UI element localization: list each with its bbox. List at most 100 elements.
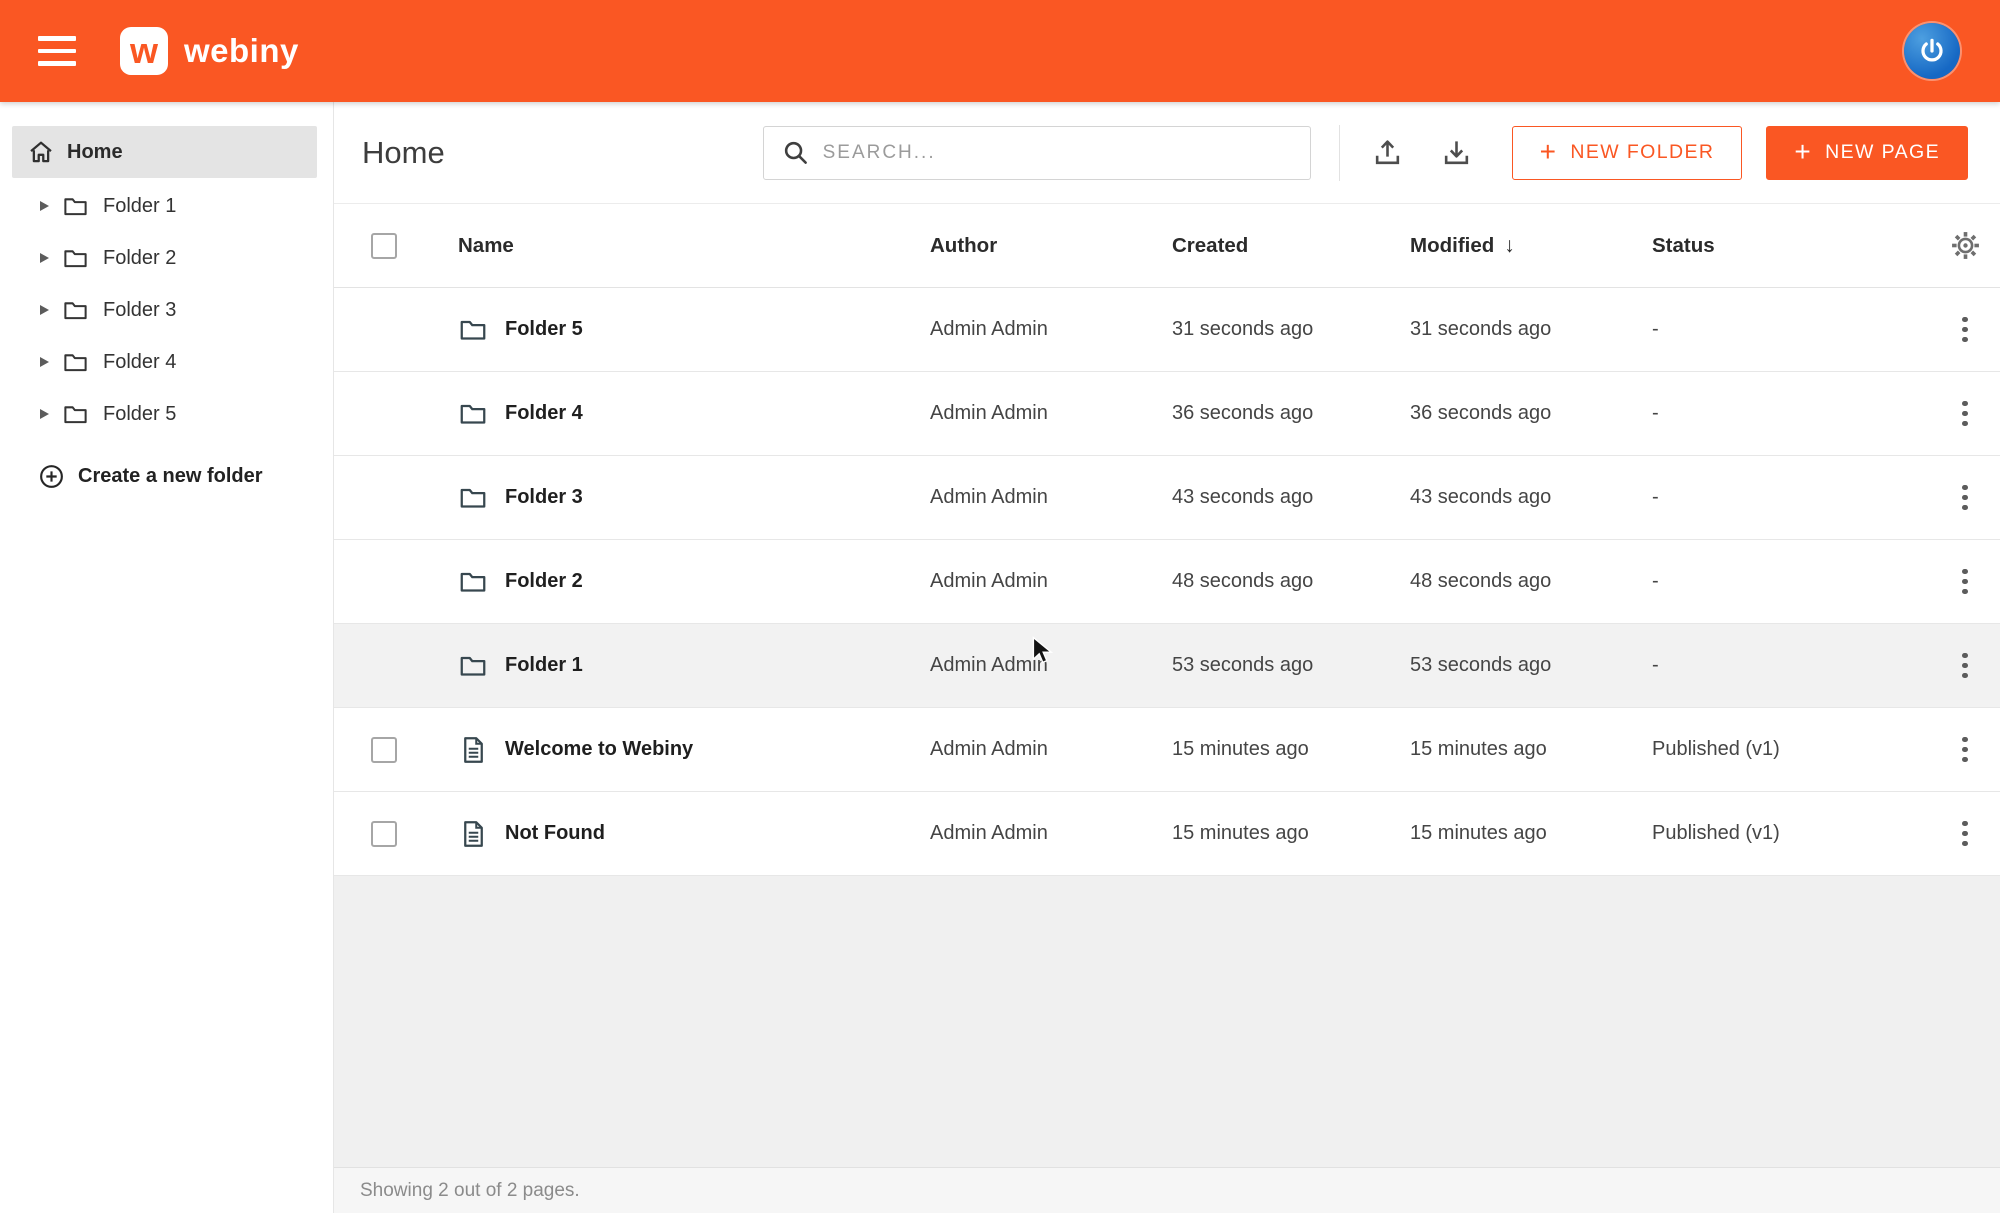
main-header: Home (334, 102, 2000, 204)
row-modified: 53 seconds ago (1410, 654, 1652, 677)
row-modified: 15 minutes ago (1410, 822, 1652, 845)
sidebar-folder-item[interactable]: Folder 1 (0, 180, 333, 232)
chevron-right-icon[interactable] (40, 201, 49, 211)
row-name: Folder 2 (505, 570, 583, 593)
topbar: w webiny (0, 0, 2000, 102)
row-created: 15 minutes ago (1172, 738, 1410, 761)
sort-desc-icon: ↓ (1504, 234, 1515, 258)
folder-icon (458, 399, 488, 429)
row-name: Folder 3 (505, 486, 583, 509)
column-header-name[interactable]: Name (434, 234, 930, 258)
create-new-folder-button[interactable]: Create a new folder (0, 450, 333, 502)
row-created: 53 seconds ago (1172, 654, 1410, 677)
folder-icon (62, 245, 89, 272)
chevron-right-icon[interactable] (40, 409, 49, 419)
folder-icon (62, 349, 89, 376)
folder-icon (458, 315, 488, 345)
row-modified: 15 minutes ago (1410, 738, 1652, 761)
kebab-menu-button[interactable] (1954, 477, 1976, 519)
kebab-menu-button[interactable] (1954, 813, 1976, 855)
hamburger-menu-button[interactable] (38, 36, 76, 66)
kebab-menu-button[interactable] (1954, 645, 1976, 687)
row-modified: 36 seconds ago (1410, 402, 1652, 425)
column-header-created[interactable]: Created (1172, 234, 1410, 258)
column-header-modified[interactable]: Modified ↓ (1410, 234, 1652, 258)
row-status: Published (v1) (1652, 822, 1930, 845)
page-icon (458, 819, 488, 849)
brand-name: webiny (184, 32, 299, 70)
row-status: - (1652, 486, 1930, 509)
power-icon (1917, 36, 1947, 66)
row-author: Admin Admin (930, 402, 1172, 425)
chevron-right-icon[interactable] (40, 305, 49, 315)
table-header: Name Author Created Modified ↓ Status (334, 204, 2000, 288)
sidebar-home-label: Home (67, 141, 123, 164)
table-settings-button[interactable] (1950, 230, 1981, 261)
row-created: 43 seconds ago (1172, 486, 1410, 509)
sidebar-folder-label: Folder 1 (103, 195, 176, 218)
user-avatar-button[interactable] (1904, 23, 1960, 79)
sidebar-folder-item[interactable]: Folder 5 (0, 388, 333, 440)
import-pages-button[interactable] (1366, 131, 1409, 174)
webiny-logo: w webiny (120, 27, 299, 75)
table-row[interactable]: Not Found Admin Admin 15 minutes ago 15 … (334, 792, 2000, 876)
new-folder-button[interactable]: + NEW FOLDER (1512, 126, 1743, 180)
column-header-status[interactable]: Status (1652, 234, 1930, 258)
search-input[interactable] (823, 142, 1292, 164)
webiny-badge-icon: w (120, 27, 168, 75)
sidebar-folder-item[interactable]: Folder 2 (0, 232, 333, 284)
upload-icon (1372, 137, 1403, 168)
row-status: Published (v1) (1652, 738, 1930, 761)
row-checkbox[interactable] (371, 737, 397, 763)
row-author: Admin Admin (930, 318, 1172, 341)
row-checkbox[interactable] (371, 821, 397, 847)
table-row[interactable]: Folder 3 Admin Admin 43 seconds ago 43 s… (334, 456, 2000, 540)
table-row[interactable]: Folder 4 Admin Admin 36 seconds ago 36 s… (334, 372, 2000, 456)
row-status: - (1652, 654, 1930, 677)
row-author: Admin Admin (930, 654, 1172, 677)
sidebar: Home Folder 1 Folder 2 Folder 3 (0, 102, 334, 1213)
row-name: Folder 5 (505, 318, 583, 341)
plus-circle-icon (38, 463, 65, 490)
column-header-author[interactable]: Author (930, 234, 1172, 258)
sidebar-item-home[interactable]: Home (12, 126, 317, 178)
row-author: Admin Admin (930, 570, 1172, 593)
row-created: 36 seconds ago (1172, 402, 1410, 425)
row-name: Not Found (505, 822, 605, 845)
row-author: Admin Admin (930, 486, 1172, 509)
sidebar-folder-item[interactable]: Folder 4 (0, 336, 333, 388)
page-icon (458, 735, 488, 765)
table-row[interactable]: Folder 5 Admin Admin 31 seconds ago 31 s… (334, 288, 2000, 372)
gear-icon (1950, 230, 1981, 261)
table-row[interactable]: Welcome to Webiny Admin Admin 15 minutes… (334, 708, 2000, 792)
sidebar-folder-list: Folder 1 Folder 2 Folder 3 Folder 4 (0, 180, 333, 440)
row-modified: 48 seconds ago (1410, 570, 1652, 593)
home-icon (28, 139, 54, 165)
new-page-button[interactable]: + NEW PAGE (1766, 126, 1968, 180)
select-all-checkbox[interactable] (371, 233, 397, 259)
folder-icon (458, 483, 488, 513)
new-folder-label: NEW FOLDER (1570, 141, 1714, 164)
table-row[interactable]: Folder 2 Admin Admin 48 seconds ago 48 s… (334, 540, 2000, 624)
sidebar-folder-item[interactable]: Folder 3 (0, 284, 333, 336)
export-pages-button[interactable] (1435, 131, 1478, 174)
kebab-menu-button[interactable] (1954, 729, 1976, 771)
kebab-menu-button[interactable] (1954, 561, 1976, 603)
chevron-right-icon[interactable] (40, 357, 49, 367)
plus-icon: + (1540, 138, 1558, 166)
new-page-label: NEW PAGE (1825, 141, 1940, 164)
sidebar-folder-label: Folder 4 (103, 351, 176, 374)
chevron-right-icon[interactable] (40, 253, 49, 263)
row-name: Folder 4 (505, 402, 583, 425)
kebab-menu-button[interactable] (1954, 309, 1976, 351)
folder-icon (458, 567, 488, 597)
page-title: Home (362, 135, 445, 171)
row-status: - (1652, 402, 1930, 425)
table-row[interactable]: Folder 1 Admin Admin 53 seconds ago 53 s… (334, 624, 2000, 708)
sidebar-folder-label: Folder 2 (103, 247, 176, 270)
row-status: - (1652, 570, 1930, 593)
row-author: Admin Admin (930, 738, 1172, 761)
folder-icon (62, 193, 89, 220)
kebab-menu-button[interactable] (1954, 393, 1976, 435)
search-icon (782, 139, 809, 166)
